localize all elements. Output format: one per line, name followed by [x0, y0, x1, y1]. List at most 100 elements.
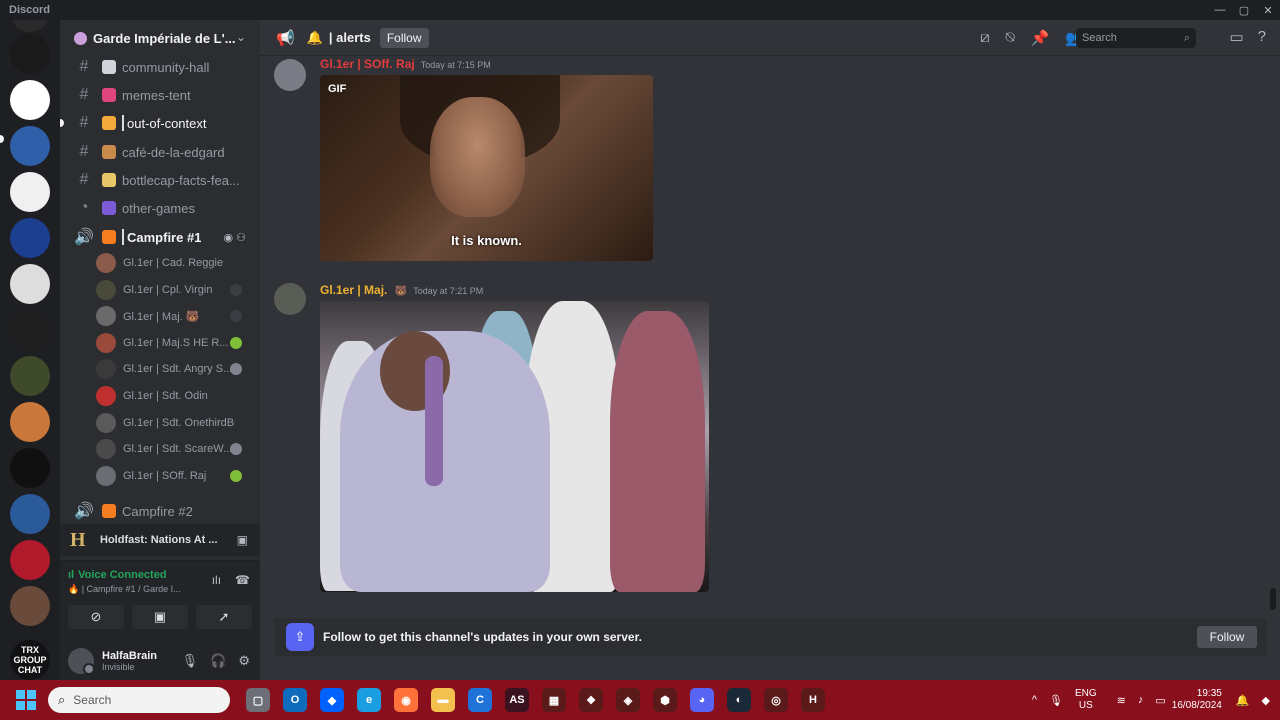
- avatar: [96, 412, 116, 433]
- voice-channel-campfire-2[interactable]: 🔊 Campfire #2: [68, 498, 258, 524]
- battery-icon[interactable]: ▭: [1155, 694, 1165, 707]
- server-icon[interactable]: [10, 586, 50, 626]
- windows-start-icon[interactable]: [16, 690, 36, 710]
- server-icon[interactable]: [10, 80, 50, 120]
- threads-icon[interactable]: ⧄: [980, 29, 990, 47]
- app-as-icon[interactable]: AS: [505, 688, 529, 712]
- channel-label: café-de-la-edgard: [122, 144, 225, 160]
- store-icon[interactable]: C: [468, 688, 492, 712]
- screen-share-button[interactable]: ▣: [132, 605, 188, 629]
- mute-bell-icon[interactable]: ⍉: [1006, 29, 1015, 47]
- notification-bell-icon[interactable]: 🔔: [1236, 694, 1250, 707]
- server-icon[interactable]: [10, 126, 50, 166]
- wifi-icon[interactable]: ≋: [1117, 694, 1126, 707]
- server-icon[interactable]: [10, 402, 50, 442]
- folder-icon[interactable]: ▬: [431, 688, 455, 712]
- gif-attachment[interactable]: GIF It is known.: [320, 75, 653, 261]
- voice-user[interactable]: Gl.1er | Sdt. OnethirdBr...: [96, 410, 252, 436]
- holdfast-icon[interactable]: H: [801, 688, 825, 712]
- avatar[interactable]: [274, 59, 306, 91]
- dropbox-icon[interactable]: ◆: [320, 688, 344, 712]
- taskbar-search[interactable]: ⌕ Search: [48, 687, 230, 713]
- outlook-icon[interactable]: O: [283, 688, 307, 712]
- stream-icon[interactable]: ▣: [237, 533, 248, 547]
- scrollbar[interactable]: [1270, 60, 1276, 612]
- voice-status-sub[interactable]: 🔥 | Campfire #1 / Garde I...: [68, 584, 181, 595]
- voice-user[interactable]: Gl.1er | Sdt. Angry S...: [96, 356, 252, 382]
- server-icon[interactable]: [10, 310, 50, 350]
- guild-header[interactable]: Garde Impériale de L'... ⌄: [60, 20, 260, 56]
- server-icon[interactable]: TRX GROUP CHAT: [10, 640, 50, 680]
- server-icon[interactable]: [10, 540, 50, 580]
- activity-panel[interactable]: H Holdfast: Nations At ... ▣: [60, 524, 260, 556]
- gif-attachment[interactable]: [320, 301, 709, 592]
- activity-rocket-button[interactable]: ➚: [196, 605, 252, 629]
- camera-off-button[interactable]: ⊘: [68, 605, 124, 629]
- taskbar-apps: ▢ O ◆ e ◉ ▬ C AS ▦ ❖ ◈ ⬢ ◕ ◐ ◎ H: [246, 688, 825, 712]
- follow-button[interactable]: Follow: [1197, 626, 1257, 648]
- channel-item[interactable]: # memes-tent: [68, 82, 258, 108]
- channel-item[interactable]: # café-de-la-edgard: [68, 139, 258, 165]
- voice-user[interactable]: Gl.1er | SOff. Raj: [96, 463, 252, 489]
- server-icon[interactable]: [10, 34, 50, 74]
- clock[interactable]: 19:35 16/08/2024: [1172, 688, 1222, 712]
- header-follow-button[interactable]: Follow: [379, 27, 429, 48]
- server-icon[interactable]: [10, 172, 50, 212]
- search-input[interactable]: [1082, 32, 1184, 44]
- voice-user[interactable]: Gl.1er | Cpl. Virgin: [96, 277, 252, 303]
- chevron-up-icon[interactable]: ^: [1032, 694, 1037, 706]
- app-grid-icon[interactable]: ❖: [579, 688, 603, 712]
- app-cube-icon[interactable]: ◈: [616, 688, 640, 712]
- volume-icon[interactable]: ♪: [1138, 694, 1144, 706]
- server-icon[interactable]: [10, 448, 50, 488]
- app-chart-icon[interactable]: ▦: [542, 688, 566, 712]
- close-button[interactable]: ✕: [1256, 0, 1280, 20]
- disconnect-icon[interactable]: ☎: [235, 573, 250, 587]
- pin-icon[interactable]: 📌: [1031, 29, 1050, 47]
- channel-item[interactable]: # bottlecap-facts-fea...: [68, 167, 258, 193]
- language-indicator[interactable]: ENG US: [1075, 688, 1097, 712]
- minimize-button[interactable]: —: [1208, 0, 1232, 20]
- maximize-button[interactable]: ▢: [1232, 0, 1256, 20]
- help-icon[interactable]: ?: [1258, 28, 1266, 46]
- search-box[interactable]: ⌕: [1076, 28, 1196, 48]
- voice-user[interactable]: Gl.1er | Cad. Reggie: [96, 250, 252, 276]
- channel-item[interactable]: # out-of-context: [68, 110, 258, 136]
- voice-user[interactable]: Gl.1er | Sdt. ScareW...: [96, 436, 252, 462]
- server-icon[interactable]: [10, 356, 50, 396]
- inbox-icon[interactable]: ▭: [1229, 28, 1243, 46]
- message-author[interactable]: Gl.1er | SOff. Raj: [320, 57, 415, 71]
- channel-item[interactable]: # community-hall: [68, 54, 258, 80]
- user-info[interactable]: HalfaBrain Invisible: [102, 650, 157, 672]
- voice-user-name: Gl.1er | Sdt. OnethirdBr...: [123, 416, 235, 429]
- voice-user[interactable]: Gl.1er | Maj. 🐻: [96, 303, 252, 329]
- app-game-icon[interactable]: ◎: [764, 688, 788, 712]
- noise-suppression-icon[interactable]: ılı: [212, 573, 221, 587]
- microphone-icon[interactable]: 🎙: [1049, 694, 1063, 707]
- voice-user[interactable]: Gl.1er | Maj.S HE R...: [96, 330, 252, 356]
- server-icon[interactable]: [10, 218, 50, 258]
- headphones-icon[interactable]: 🎧: [210, 653, 226, 669]
- file-explorer-icon[interactable]: ▢: [246, 688, 270, 712]
- edge-icon[interactable]: e: [357, 688, 381, 712]
- app-box-icon[interactable]: ⬢: [653, 688, 677, 712]
- server-icon[interactable]: [10, 20, 50, 32]
- channel-item[interactable]: ◔ other-games: [68, 195, 258, 221]
- server-icon[interactable]: [10, 264, 50, 304]
- avatar[interactable]: [68, 648, 95, 675]
- copilot-icon[interactable]: ◆: [1262, 694, 1270, 707]
- voice-user-name: Gl.1er | Maj.S HE R...: [123, 336, 229, 349]
- voice-channel-campfire-1[interactable]: 🔊 Campfire #1 ◉ ⚇: [68, 224, 258, 250]
- steam-icon[interactable]: ◐: [727, 688, 751, 712]
- message-author[interactable]: Gl.1er | Maj.: [320, 283, 387, 297]
- firefox-icon[interactable]: ◉: [394, 688, 418, 712]
- gear-icon[interactable]: ⚙: [238, 653, 250, 669]
- avatar[interactable]: [274, 283, 306, 315]
- discord-icon[interactable]: ◕: [690, 688, 714, 712]
- channel-separator: [122, 115, 124, 131]
- server-icon[interactable]: [10, 494, 50, 534]
- microphone-icon[interactable]: 🎙: [182, 653, 199, 669]
- voice-user[interactable]: Gl.1er | Sdt. Odin: [96, 383, 252, 409]
- scrollbar-thumb[interactable]: [1270, 588, 1276, 610]
- chat-icon[interactable]: ◉ ⚇: [223, 231, 246, 244]
